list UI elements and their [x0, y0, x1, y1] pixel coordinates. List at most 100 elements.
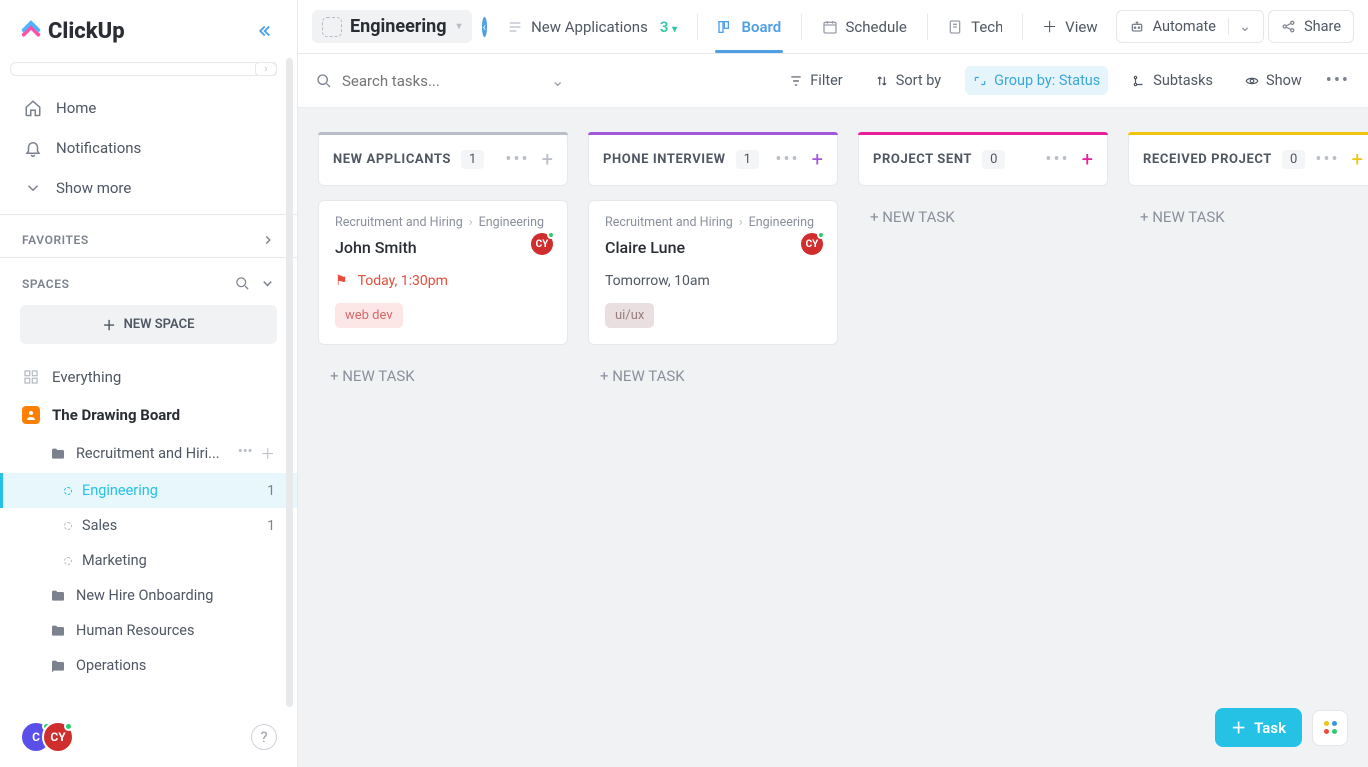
more-icon[interactable]: •••	[1315, 149, 1339, 170]
nav-notifications[interactable]: Notifications	[0, 128, 297, 168]
due-date[interactable]: ⚑ Today, 1:30pm	[335, 273, 551, 289]
column-header[interactable]: NEW APPLICANTS 1 ••• +	[318, 132, 568, 186]
folder-row-hr[interactable]: Human Resources	[0, 613, 297, 648]
presence-dot-icon	[64, 722, 73, 731]
board-column: PROJECT SENT 0 ••• + + NEW TASK	[858, 132, 1108, 230]
share-button[interactable]: Share	[1268, 10, 1354, 43]
favorites-header[interactable]: FAVORITES	[0, 215, 297, 257]
plus-icon[interactable]: +	[1082, 147, 1093, 171]
toolbar: ⌄ Filter Sort by Group by: Status Subtas…	[298, 54, 1368, 108]
group-by-label: Group by: Status	[994, 72, 1100, 89]
subtasks-icon	[1132, 74, 1146, 88]
column-header[interactable]: PHONE INTERVIEW 1 ••• +	[588, 132, 838, 186]
chevron-down-icon[interactable]: ⌄	[551, 71, 564, 90]
tag[interactable]: web dev	[335, 303, 403, 328]
assignee-avatar[interactable]: CY	[801, 233, 823, 255]
sort-button[interactable]: Sort by	[867, 66, 949, 95]
main: Engineering ▾ ‹ New Applications 3 ▾ Boa…	[298, 0, 1368, 767]
more-icon[interactable]: •••	[1045, 149, 1069, 170]
avatar-stack[interactable]: C CY	[20, 721, 74, 753]
assignee-avatar[interactable]: CY	[531, 233, 553, 255]
list-dot-icon	[64, 522, 72, 530]
more-icon[interactable]: •••	[1326, 70, 1350, 91]
sidebar-collapse-button[interactable]	[251, 18, 277, 44]
sort-label: Sort by	[896, 72, 941, 89]
help-button[interactable]: ?	[251, 724, 277, 750]
list-count: 1	[267, 518, 275, 534]
folder-icon	[50, 446, 66, 462]
logo-icon	[20, 20, 42, 42]
list-row-engineering[interactable]: Engineering 1	[0, 473, 297, 508]
space-row[interactable]: The Drawing Board	[0, 396, 297, 434]
more-icon[interactable]: •••	[505, 149, 529, 170]
tab-tech[interactable]: Tech and Engineering App	[937, 12, 1012, 42]
chevron-down-icon[interactable]: ⌄	[1228, 18, 1251, 35]
column-header[interactable]: PROJECT SENT 0 ••• +	[858, 132, 1108, 186]
logo[interactable]: ClickUp	[20, 19, 125, 44]
nav-label: Notifications	[56, 139, 141, 157]
nav-label: Home	[56, 99, 96, 117]
folder-row-recruitment[interactable]: Recruitment and Hiri... ••• ＋	[0, 434, 297, 473]
automate-button[interactable]: Automate ⌄	[1116, 10, 1264, 43]
search-icon[interactable]	[235, 276, 250, 291]
nav-show-more[interactable]: Show more	[0, 168, 297, 208]
sidebar-workspace-selector[interactable]: ›	[10, 62, 277, 76]
add-view-button[interactable]: ＋ View	[1032, 10, 1107, 43]
list-row-sales[interactable]: Sales 1	[0, 508, 297, 543]
due-date[interactable]: Tomorrow, 10am	[605, 273, 821, 289]
tab-board[interactable]: Board	[707, 12, 791, 42]
column-header[interactable]: RECEIVED PROJECT 0 ••• +	[1128, 132, 1368, 186]
search-input[interactable]	[342, 72, 541, 90]
column-count: 0	[1282, 150, 1305, 169]
everything-row[interactable]: Everything	[0, 358, 297, 396]
new-task-button[interactable]: + NEW TASK	[1128, 204, 1368, 230]
plus-icon[interactable]: +	[542, 147, 553, 171]
sidebar: ClickUp › Home Notifications Show more	[0, 0, 298, 767]
filter-button[interactable]: Filter	[781, 66, 850, 95]
tab-schedule[interactable]: Schedule	[812, 12, 917, 42]
new-task-button[interactable]: + NEW TASK	[858, 204, 1108, 230]
task-card[interactable]: Recruitment and Hiring › Engineering Cla…	[588, 200, 838, 345]
chevron-down-icon: ▾	[457, 21, 462, 32]
folder-row-onboarding[interactable]: New Hire Onboarding	[0, 578, 297, 613]
nav-label: Show more	[56, 179, 131, 197]
breadcrumb-back-button[interactable]: ‹	[482, 17, 488, 37]
plus-icon[interactable]: +	[1352, 147, 1363, 171]
sidebar-footer: C CY ?	[0, 707, 297, 767]
more-icon[interactable]: •••	[775, 149, 799, 170]
tab-label: Schedule	[846, 18, 907, 36]
plus-icon[interactable]: ＋	[261, 443, 276, 464]
apps-button[interactable]	[1312, 710, 1348, 746]
breadcrumb-space[interactable]: Engineering ▾	[312, 10, 472, 43]
subtasks-button[interactable]: Subtasks	[1124, 66, 1221, 95]
spaces-header: SPACES	[0, 258, 297, 301]
nav-home[interactable]: Home	[0, 88, 297, 128]
tag[interactable]: ui/ux	[605, 303, 654, 328]
avatar[interactable]: CY	[42, 721, 74, 753]
new-task-fab[interactable]: ＋ Task	[1215, 708, 1302, 747]
task-card[interactable]: Recruitment and Hiring › Engineering Joh…	[318, 200, 568, 345]
folder-row-operations[interactable]: Operations	[0, 648, 297, 683]
chevron-right-icon: ›	[255, 62, 277, 76]
apps-icon	[1324, 721, 1337, 734]
plus-icon: ＋	[1042, 16, 1057, 37]
breadcrumb-list[interactable]: New Applications 3 ▾	[497, 12, 687, 42]
search-wrap[interactable]: ⌄	[316, 71, 536, 90]
list-row-marketing[interactable]: Marketing	[0, 543, 297, 578]
chevron-down-icon	[24, 179, 42, 197]
show-button[interactable]: Show	[1237, 66, 1310, 95]
new-task-button[interactable]: + NEW TASK	[588, 363, 838, 389]
group-by-button[interactable]: Group by: Status	[965, 66, 1108, 95]
card-title: John Smith	[335, 238, 551, 257]
space-icon	[322, 17, 342, 37]
new-task-button[interactable]: + NEW TASK	[318, 363, 568, 389]
new-space-button[interactable]: ＋ NEW SPACE	[20, 305, 277, 344]
list-count: 1	[267, 483, 275, 499]
plus-icon[interactable]: +	[812, 147, 823, 171]
scrollbar[interactable]	[286, 58, 293, 707]
folder-label: Operations	[76, 657, 146, 674]
more-icon[interactable]: •••	[238, 443, 253, 464]
chevron-down-icon[interactable]	[260, 276, 275, 291]
fab-wrap: ＋ Task	[1215, 708, 1348, 747]
chevron-right-icon: ›	[469, 215, 473, 230]
